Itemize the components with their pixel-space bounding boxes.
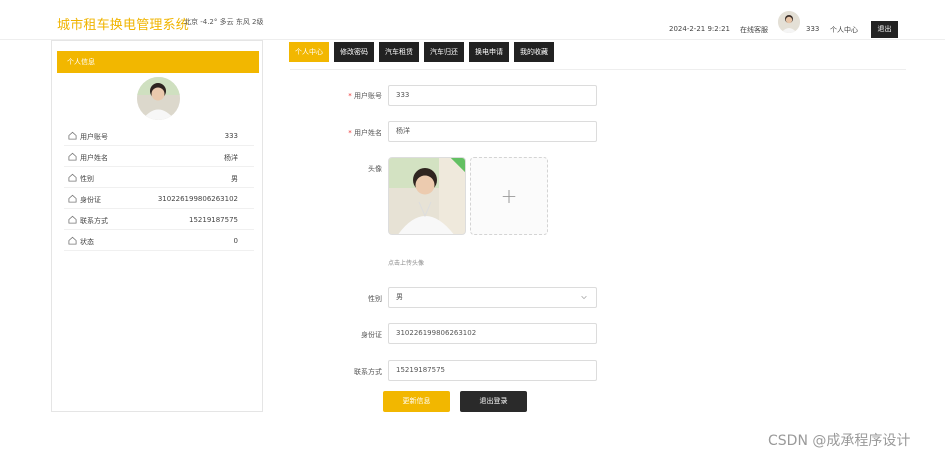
info-label: 状态 xyxy=(80,238,94,246)
app-title: 城市租车换电管理系统 xyxy=(57,18,190,33)
tab-divider xyxy=(290,69,906,70)
home-icon xyxy=(68,215,77,224)
weather-info: 北京 -4.2° 多云 东风 2级 xyxy=(184,18,264,26)
plus-icon: + xyxy=(500,184,518,208)
name-label: * 用户姓名 xyxy=(348,129,382,137)
info-label: 身份证 xyxy=(80,196,101,204)
person-photo-icon xyxy=(137,77,180,120)
watermark: CSDN @成承程序设计 xyxy=(768,433,911,449)
tab-personal-center[interactable]: 个人中心 xyxy=(289,42,329,62)
info-row-gender: 性别 男 xyxy=(64,167,254,188)
info-row-name: 用户姓名 杨洋 xyxy=(64,146,254,167)
avatar-upload-hint: 点击上传头像 xyxy=(388,260,425,267)
personal-info-panel: 个人信息 用户账号 333 用户姓名 杨洋 性别 男 身份证 310226199… xyxy=(51,40,263,412)
person-photo-icon xyxy=(778,11,800,33)
account-input[interactable]: 333 xyxy=(388,85,597,106)
info-value: 310226199806263102 xyxy=(157,195,238,203)
info-label: 联系方式 xyxy=(80,217,108,225)
id-label: 身份证 xyxy=(361,331,382,339)
gender-label: 性别 xyxy=(368,295,382,303)
info-label: 用户账号 xyxy=(80,133,108,141)
info-label: 用户姓名 xyxy=(80,154,108,162)
phone-label: 联系方式 xyxy=(354,368,382,376)
info-value: 杨洋 xyxy=(224,154,238,162)
current-datetime: 2024-2-21 9:2:21 xyxy=(669,25,730,33)
tab-car-rental[interactable]: 汽车租赁 xyxy=(379,42,419,62)
info-value: 男 xyxy=(231,175,238,183)
info-row-status: 状态 0 xyxy=(64,230,254,251)
account-label: * 用户账号 xyxy=(348,92,382,100)
info-row-account: 用户账号 333 xyxy=(64,125,254,146)
header-username: 333 xyxy=(806,25,820,33)
tab-car-return[interactable]: 汽车归还 xyxy=(424,42,464,62)
update-info-button[interactable]: 更新信息 xyxy=(383,391,450,412)
header-avatar[interactable] xyxy=(778,11,800,33)
chevron-down-icon xyxy=(581,295,587,300)
avatar-label: 头像 xyxy=(368,165,382,173)
info-row-phone: 联系方式 15219187575 xyxy=(64,209,254,230)
logout-button[interactable]: 退出登录 xyxy=(460,391,527,412)
top-header: 城市租车换电管理系统 北京 -4.2° 多云 东风 2级 2024-2-21 9… xyxy=(0,0,945,40)
info-row-id: 身份证 310226199806263102 xyxy=(64,188,254,209)
tab-change-password[interactable]: 修改密码 xyxy=(334,42,374,62)
person-photo-icon xyxy=(389,158,465,234)
info-label: 性别 xyxy=(80,175,94,183)
tab-my-favorites[interactable]: 我的收藏 xyxy=(514,42,554,62)
home-icon xyxy=(68,173,77,182)
online-service-link[interactable]: 在线客服 xyxy=(740,25,768,35)
profile-avatar xyxy=(137,77,180,120)
personal-center-link[interactable]: 个人中心 xyxy=(830,25,858,35)
info-value: 333 xyxy=(224,132,238,140)
gender-select[interactable]: 男 xyxy=(388,287,597,308)
tab-battery-swap[interactable]: 换电申请 xyxy=(469,42,509,62)
phone-input[interactable]: 15219187575 xyxy=(388,360,597,381)
info-value: 15219187575 xyxy=(189,216,238,224)
home-icon xyxy=(68,131,77,140)
header-logout-button[interactable]: 退出 xyxy=(871,21,898,38)
home-icon xyxy=(68,236,77,245)
panel-title: 个人信息 xyxy=(57,51,259,73)
info-value: 0 xyxy=(233,237,238,245)
required-mark: * xyxy=(348,92,352,100)
id-input[interactable]: 310226199806263102 xyxy=(388,323,597,344)
avatar-upload-button[interactable]: + xyxy=(470,157,548,235)
avatar-preview[interactable] xyxy=(388,157,466,235)
required-mark: * xyxy=(348,129,352,137)
home-icon xyxy=(68,194,77,203)
home-icon xyxy=(68,152,77,161)
name-input[interactable]: 杨洋 xyxy=(388,121,597,142)
gender-selected-value: 男 xyxy=(396,293,403,301)
